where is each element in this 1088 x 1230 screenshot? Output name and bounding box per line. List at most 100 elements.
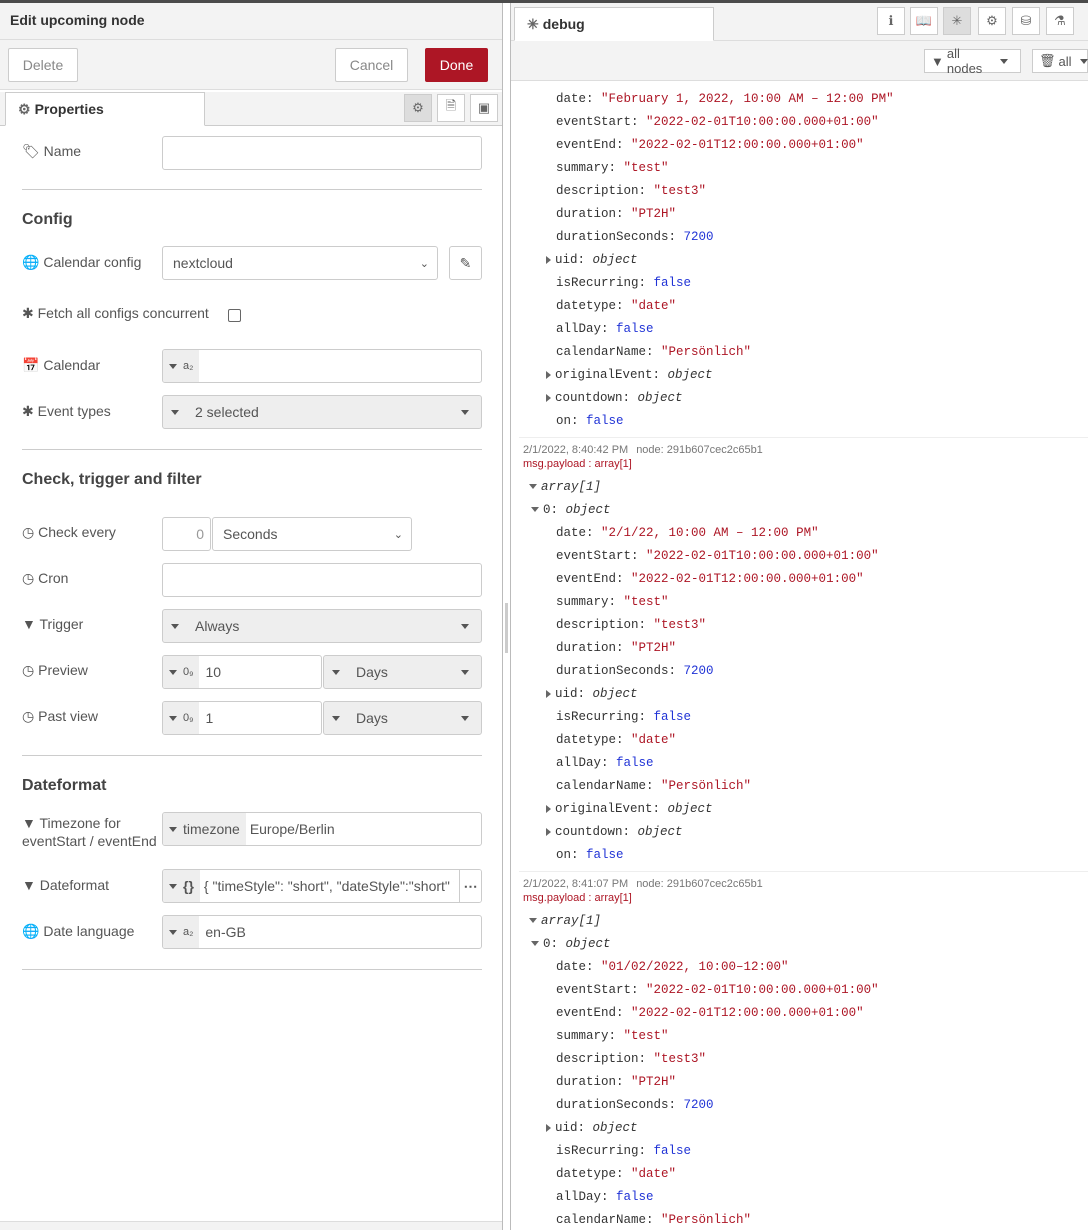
- test-flask-icon[interactable]: ⚗: [1046, 7, 1074, 35]
- name-input[interactable]: [162, 136, 482, 170]
- node-red-editor: Edit upcoming node Delete Cancel Done ⚙ P…: [0, 0, 1088, 1230]
- field-durationSeconds: durationSeconds: 7200: [556, 230, 714, 244]
- preview-unit-dropdown[interactable]: Days: [323, 655, 482, 689]
- cancel-button[interactable]: Cancel: [335, 48, 408, 82]
- field-summary: summary: "test": [556, 1029, 669, 1043]
- debug-bug-icon[interactable]: ✳: [943, 7, 971, 35]
- tab-properties-label: Properties: [34, 101, 104, 117]
- field-uid[interactable]: uid: object: [546, 683, 1088, 706]
- timezone-label: ▼ Timezone for eventStart / eventEnd: [22, 814, 157, 850]
- divider: [22, 755, 482, 756]
- field-allDay: allDay: false: [556, 756, 654, 770]
- type-selector[interactable]: timezone: [163, 813, 246, 845]
- tab-debug[interactable]: ✳ debug: [514, 7, 714, 41]
- json-type-icon: {}: [183, 878, 194, 894]
- dateformat-typed-input[interactable]: {} { "timeStyle": "short", "dateStyle":"…: [162, 869, 482, 903]
- help-book-icon[interactable]: 📖: [910, 7, 938, 35]
- dateformat-heading: Dateformat: [22, 777, 107, 794]
- message-node-id[interactable]: node: 291b607cec2c65b1: [636, 878, 763, 890]
- caret-down-icon: [332, 715, 340, 721]
- caret-down-icon: [169, 669, 177, 675]
- trash-icon: 🗑: [1039, 53, 1056, 68]
- calendar-config-select[interactable]: nextcloud ⌄: [162, 246, 438, 280]
- field-uid[interactable]: uid: object: [546, 249, 1088, 272]
- message-timestamp: 2/1/2022, 8:41:07 PM: [523, 878, 629, 890]
- date-language-typed-input[interactable]: a₂ en-GB: [162, 915, 482, 949]
- context-database-icon[interactable]: ⛁: [1012, 7, 1040, 35]
- field-originalEvent[interactable]: originalEvent: object: [546, 798, 1088, 821]
- field-calendarName: calendarName: "Persönlich": [556, 779, 752, 793]
- string-type-icon: a₂: [183, 926, 194, 938]
- info-icon[interactable]: ℹ: [877, 7, 905, 35]
- message-object-body: date: "2/1/22, 10:00 AM – 12:00 PM" even…: [519, 522, 1088, 867]
- expand-triangle-icon: [546, 393, 551, 402]
- calendar-config-row: 🌐 Calendar config nextcloud ⌄ ✎: [22, 246, 482, 286]
- element-row[interactable]: 0: object: [519, 933, 1088, 956]
- expand-ellipsis-icon[interactable]: ⋯: [459, 870, 481, 902]
- field-eventEnd: eventEnd: "2022-02-01T12:00:00.000+01:00…: [556, 1006, 864, 1020]
- preview-value: 10: [205, 664, 222, 680]
- gear-icon: ⚙: [18, 101, 31, 117]
- description-tab-document-icon[interactable]: 🗎: [437, 94, 465, 122]
- field-originalEvent[interactable]: originalEvent: object: [546, 364, 1088, 387]
- name-label: 🏷 Name: [22, 142, 81, 160]
- sidebar-splitter[interactable]: [503, 3, 510, 1230]
- check-every-label: ◷ Check every: [22, 523, 116, 541]
- splitter-grip: [505, 603, 508, 653]
- type-selector[interactable]: {}: [163, 870, 200, 902]
- fetch-all-checkbox[interactable]: [228, 309, 241, 322]
- check-every-unit-select[interactable]: Seconds ⌄: [212, 517, 412, 551]
- pastview-label-text: Past view: [38, 708, 99, 724]
- tab-debug-label: debug: [542, 16, 585, 32]
- element-row[interactable]: 0: object: [519, 499, 1088, 522]
- chevron-down-icon: ⌄: [419, 257, 429, 270]
- delete-button[interactable]: Delete: [8, 48, 78, 82]
- appearance-tab-frame-icon[interactable]: ▣: [470, 94, 498, 122]
- field-uid[interactable]: uid: object: [546, 1117, 1088, 1140]
- debug-sidebar: ✳ debug ℹ 📖 ✳ ⚙ ⛁ ⚗ ▼ all nodes 🗑 all date:…: [510, 3, 1088, 1230]
- array-row[interactable]: array[1]: [519, 910, 1088, 933]
- pastview-unit: Days: [356, 710, 388, 726]
- cron-label-text: Cron: [38, 570, 69, 586]
- tab-properties[interactable]: ⚙ Properties: [5, 92, 205, 126]
- pastview-typed-input[interactable]: 0₉ 1: [162, 701, 322, 735]
- debug-message: 2/1/2022, 8:41:07 PM node: 291b607cec2c65…: [519, 872, 1088, 1230]
- cron-input[interactable]: [162, 563, 482, 597]
- calendar-config-value: nextcloud: [173, 255, 233, 271]
- calendar-typed-input[interactable]: a₂: [162, 349, 482, 383]
- field-countdown[interactable]: countdown: object: [546, 387, 1088, 410]
- calendar-icon: 📅: [22, 357, 40, 373]
- field-description: description: "test3": [556, 618, 707, 632]
- timezone-typed-input[interactable]: timezone Europe/Berlin: [162, 812, 482, 846]
- clear-all-button[interactable]: 🗑 all: [1032, 49, 1088, 73]
- field-datetype: datetype: "date": [556, 299, 677, 313]
- field-countdown[interactable]: countdown: object: [546, 821, 1088, 844]
- event-types-dropdown[interactable]: 2 selected: [162, 395, 482, 429]
- type-selector[interactable]: 0₉: [163, 656, 200, 688]
- check-every-input[interactable]: 0: [162, 517, 211, 551]
- trigger-row: ▼ Trigger Always: [22, 609, 482, 649]
- field-duration: duration: "PT2H": [556, 1075, 677, 1089]
- config-gear-icon[interactable]: ⚙: [978, 7, 1006, 35]
- type-selector[interactable]: 0₉: [163, 702, 200, 734]
- trigger-value: Always: [195, 618, 240, 634]
- pastview-unit-dropdown[interactable]: Days: [323, 701, 482, 735]
- type-selector[interactable]: a₂: [163, 350, 200, 382]
- divider: [22, 189, 482, 190]
- filter-icon: ▼: [22, 877, 36, 893]
- trigger-dropdown[interactable]: Always: [162, 609, 482, 643]
- preview-label-text: Preview: [38, 662, 88, 678]
- caret-down-icon: [169, 883, 177, 889]
- type-selector[interactable]: a₂: [163, 916, 200, 948]
- done-button[interactable]: Done: [425, 48, 488, 82]
- calendar-row: 📅 Calendar a₂: [22, 349, 482, 390]
- message-node-id[interactable]: node: 291b607cec2c65b1: [636, 444, 763, 456]
- filter-nodes-button[interactable]: ▼ all nodes: [924, 46, 1021, 76]
- collapse-triangle-icon: [531, 941, 539, 947]
- collapse-triangle-icon: [531, 507, 539, 513]
- array-row[interactable]: array[1]: [519, 476, 1088, 499]
- timezone-label-line2: eventStart / eventEnd: [22, 833, 157, 849]
- settings-tab-gear-icon[interactable]: ⚙: [404, 94, 432, 122]
- edit-config-pencil-icon[interactable]: ✎: [449, 246, 482, 280]
- preview-typed-input[interactable]: 0₉ 10: [162, 655, 322, 689]
